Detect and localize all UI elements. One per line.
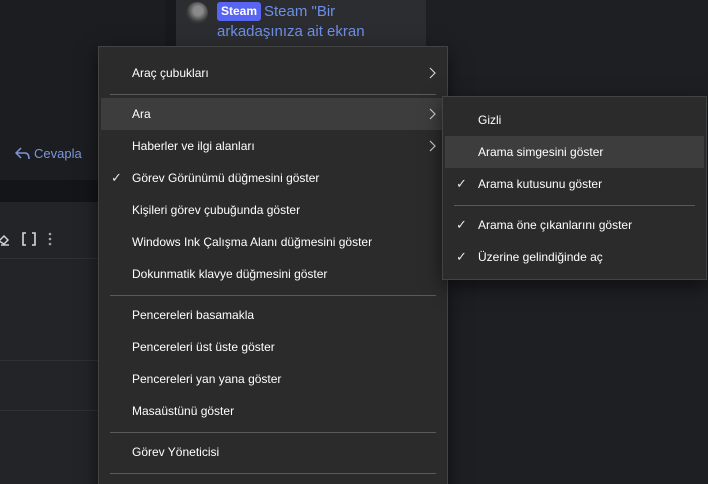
- chevron-right-icon: [429, 140, 436, 152]
- taskbar-context-menu: Araç çubukları Ara Haberler ve ilgi alan…: [98, 46, 448, 484]
- menu-item-label: Pencereleri üst üste göster: [132, 340, 275, 354]
- menu-item-label: Görev Görünümü düğmesini göster: [132, 171, 320, 185]
- menu-item-label: Görev Yöneticisi: [132, 445, 220, 459]
- reply-button[interactable]: Cevapla: [15, 146, 82, 161]
- menu-item-label: Kişileri görev çubuğunda göster: [132, 203, 301, 217]
- menu-item-show-desktop[interactable]: Masaüstünü göster: [101, 395, 445, 427]
- menu-item-label: Dokunmatik klavye düğmesini göster: [132, 267, 328, 281]
- menu-item-task-manager[interactable]: Görev Yöneticisi: [101, 436, 445, 468]
- menu-item-label: Windows Ink Çalışma Alanı düğmesini göst…: [132, 235, 373, 249]
- reply-icon: [15, 147, 30, 160]
- notification-text-line2[interactable]: arkadaşınıza ait ekran: [217, 22, 365, 42]
- check-icon: ✓: [456, 176, 467, 191]
- chevron-right-icon: [429, 67, 436, 79]
- menu-item-side-by-side[interactable]: Pencereleri yan yana göster: [101, 363, 445, 395]
- menu-item-toolbars[interactable]: Araç çubukları: [101, 57, 445, 89]
- menu-item-news-interests[interactable]: Haberler ve ilgi alanları: [101, 130, 445, 162]
- menu-item-stack-windows[interactable]: Pencereleri üst üste göster: [101, 331, 445, 363]
- notification-card[interactable]: Steam Steam "Bir arkadaşınıza ait ekran …: [176, 0, 426, 50]
- search-submenu: Gizli Arama simgesini göster ✓ Arama kut…: [442, 96, 707, 280]
- menu-item-label: Araç çubukları: [132, 66, 209, 80]
- menu-item-label: Pencereleri yan yana göster: [132, 372, 282, 386]
- more-vertical-icon[interactable]: [47, 232, 53, 246]
- menu-separator: [454, 205, 695, 206]
- menu-separator: [110, 295, 436, 296]
- menu-separator: [110, 94, 436, 95]
- reply-label: Cevapla: [34, 146, 82, 161]
- menu-item-windows-ink[interactable]: Windows Ink Çalışma Alanı düğmesini göst…: [101, 226, 445, 258]
- menu-item-label: Haberler ve ilgi alanları: [132, 139, 255, 153]
- menu-item-label: Arama kutusunu göster: [478, 177, 603, 191]
- menu-item-label: Masaüstünü göster: [132, 404, 235, 418]
- check-icon: ✓: [456, 249, 467, 264]
- chevron-right-icon: [429, 108, 436, 120]
- menu-separator: [110, 432, 436, 433]
- menu-item-touch-keyboard[interactable]: Dokunmatik klavye düğmesini göster: [101, 258, 445, 290]
- eraser-icon[interactable]: [0, 232, 11, 246]
- menu-item-label: Gizli: [478, 113, 502, 127]
- menu-item-cascade-windows[interactable]: Pencereleri basamakla: [101, 299, 445, 331]
- submenu-item-search-highlights[interactable]: ✓ Arama öne çıkanlarını göster: [445, 209, 704, 241]
- submenu-item-open-on-hover[interactable]: ✓ Üzerine gelindiğinde aç: [445, 241, 704, 273]
- submenu-item-show-search-icon[interactable]: Arama simgesini göster: [445, 136, 704, 168]
- check-icon: ✓: [111, 170, 122, 185]
- menu-item-label: Arama öne çıkanlarını göster: [478, 218, 633, 232]
- menu-item-task-view[interactable]: ✓ Görev Görünümü düğmesini göster: [101, 162, 445, 194]
- menu-separator: [110, 473, 436, 474]
- menu-item-label: Ara: [132, 107, 151, 121]
- menu-item-people[interactable]: Kişileri görev çubuğunda göster: [101, 194, 445, 226]
- check-icon: ✓: [456, 217, 467, 232]
- avatar[interactable]: [186, 2, 208, 24]
- menu-item-label: Üzerine gelindiğinde aç: [478, 250, 603, 264]
- menu-item-label: Pencereleri basamakla: [132, 308, 255, 322]
- menu-item-label: Arama simgesini göster: [478, 145, 604, 159]
- submenu-item-show-search-box[interactable]: ✓ Arama kutusunu göster: [445, 168, 704, 200]
- notification-text-line1[interactable]: Steam "Bir: [264, 2, 424, 22]
- brackets-icon[interactable]: [21, 232, 37, 246]
- steam-badge: Steam: [217, 2, 262, 21]
- menu-item-search[interactable]: Ara: [101, 98, 445, 130]
- toolbar-icons: [0, 232, 53, 246]
- submenu-item-hidden[interactable]: Gizli: [445, 104, 704, 136]
